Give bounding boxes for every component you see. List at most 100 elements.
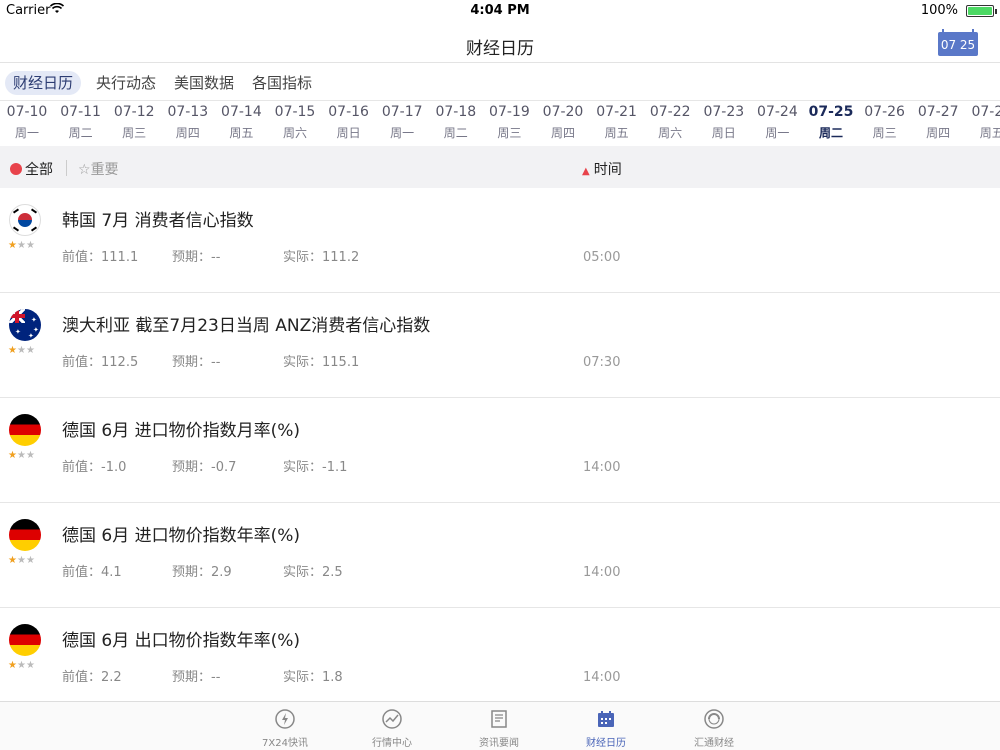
weekday-label: 周五 — [604, 126, 629, 140]
date-label: 07-21 — [596, 104, 637, 120]
battery-percent: 100% — [920, 3, 958, 18]
date-label: 07-22 — [649, 104, 691, 120]
forecast-value: 预期：2.9 — [172, 565, 232, 580]
bottom-tab-bar: 7X24快讯 行情中心 资讯要闻 财经日历 汇通财经 — [0, 701, 1000, 750]
list-icon — [10, 163, 22, 175]
date-item[interactable]: 07-11 周二 — [54, 104, 108, 141]
weekday-label: 周四 — [926, 126, 951, 140]
event-row[interactable]: ★★★ 德国 6月 出口物价指数年率(%) 前值：2.2 预期：-- 实际：1.… — [0, 608, 1000, 713]
filter-important-button[interactable]: ☆重要 — [78, 159, 119, 179]
calendar-button[interactable]: 07 25 — [938, 29, 978, 56]
date-item[interactable]: 07-27 周四 — [911, 104, 965, 141]
logo-icon — [703, 708, 725, 730]
date-item[interactable]: 07-19 周三 — [482, 104, 536, 141]
date-label: 07-25 — [808, 104, 854, 120]
importance-stars-icon: ★★★ — [8, 345, 35, 356]
date-label: 07-20 — [542, 104, 584, 120]
date-item[interactable]: 07-23 周日 — [697, 104, 751, 141]
previous-value: 前值：111.1 — [62, 250, 139, 265]
date-item[interactable]: 07-21 周五 — [590, 104, 644, 141]
weekday-label: 周五 — [229, 126, 254, 140]
date-label: 07-26 — [864, 104, 905, 120]
battery-icon — [966, 5, 997, 17]
date-item[interactable]: 07-15 周六 — [268, 104, 322, 141]
germany-flag-icon — [9, 414, 41, 446]
date-item[interactable]: 07-24 周一 — [750, 104, 804, 141]
tabbar-item[interactable]: 汇通财经 — [674, 708, 754, 749]
event-row[interactable]: ★★★ 德国 6月 进口物价指数月率(%) 前值：-1.0 预期：-0.7 实际… — [0, 398, 1000, 503]
weekday-label: 周二 — [818, 126, 843, 140]
actual-value: 实际：111.2 — [283, 250, 360, 265]
tab-central-bank[interactable]: 央行动态 — [88, 71, 164, 95]
star-outline-icon: ☆ — [78, 162, 91, 178]
date-label: 07-13 — [167, 104, 209, 120]
event-title: 澳大利亚 截至7月23日当周 ANZ消费者信心指数 — [62, 316, 431, 336]
tabbar-label: 7X24快讯 — [262, 738, 308, 749]
tab-economic-calendar[interactable]: 财经日历 — [5, 71, 82, 95]
importance-stars-icon: ★★★ — [8, 450, 35, 461]
date-label: 07-23 — [703, 104, 745, 120]
date-strip: 07-10 周一 07-11 周二 07-12 周三 07-13 周四 07-14 周五 07-15… — [0, 101, 1000, 146]
sort-icon: ▲ — [582, 166, 590, 177]
event-time: 05:00 — [583, 250, 621, 265]
date-item[interactable]: 07-14 周五 — [214, 104, 268, 141]
tabbar-label: 财经日历 — [586, 738, 626, 749]
tabbar-item[interactable]: 资讯要闻 — [459, 708, 539, 749]
date-item[interactable]: 07-12 周三 — [107, 104, 161, 141]
actual-value: 实际：115.1 — [283, 355, 360, 370]
lightning-icon — [274, 708, 296, 730]
importance-stars-icon: ★★★ — [8, 555, 35, 566]
forecast-value: 预期：-0.7 — [172, 460, 237, 475]
event-time: 14:00 — [583, 670, 621, 685]
importance-stars-icon: ★★★ — [8, 660, 35, 671]
event-time: 14:00 — [583, 460, 621, 475]
south-korea-flag-icon — [9, 204, 41, 236]
event-row[interactable]: ★★★ 韩国 7月 消费者信心指数 前值：111.1 预期：-- 实际：111.… — [0, 188, 1000, 293]
news-icon — [488, 708, 510, 730]
date-item[interactable]: 07-18 周二 — [429, 104, 483, 141]
date-item[interactable]: 07-25 周二 — [804, 104, 858, 141]
event-row[interactable]: ★★★ 德国 6月 进口物价指数年率(%) 前值：4.1 预期：2.9 实际：2… — [0, 503, 1000, 608]
status-bar: Carrier 4:04 PM 100% — [0, 0, 1000, 22]
time-sort-button[interactable]: ▲ 时间 — [582, 159, 622, 179]
tabbar-item[interactable]: 7X24快讯 — [245, 708, 325, 749]
date-item[interactable]: 07-17 周一 — [375, 104, 429, 141]
date-label: 07-18 — [435, 104, 477, 120]
weekday-label: 周五 — [979, 126, 1000, 140]
tabbar-label: 汇通财经 — [694, 738, 734, 749]
tabbar-item[interactable]: 财经日历 — [566, 708, 646, 749]
date-item[interactable]: 07-20 周四 — [536, 104, 590, 141]
filter-bar: 全部 ☆重要 ▲ 时间 — [0, 146, 1000, 188]
date-label: 07-12 — [113, 104, 155, 120]
tab-country-indicators[interactable]: 各国指标 — [244, 71, 320, 95]
importance-stars-icon: ★★★ — [8, 240, 35, 251]
weekday-label: 周四 — [175, 126, 200, 140]
event-title: 德国 6月 进口物价指数月率(%) — [62, 421, 301, 441]
date-item[interactable]: 07-22 周六 — [643, 104, 697, 141]
weekday-label: 周六 — [282, 126, 307, 140]
event-title: 韩国 7月 消费者信心指数 — [62, 211, 254, 231]
event-time: 14:00 — [583, 565, 621, 580]
date-item[interactable]: 07-26 周三 — [858, 104, 912, 141]
date-item[interactable]: 07-10 周一 — [0, 104, 54, 141]
date-item[interactable]: 07-16 周日 — [322, 104, 376, 141]
chart-icon — [381, 708, 403, 730]
tab-us-data[interactable]: 美国数据 — [166, 71, 242, 95]
germany-flag-icon — [9, 519, 41, 551]
date-label: 07-16 — [328, 104, 369, 120]
date-item[interactable]: 07-13 周四 — [161, 104, 215, 141]
nav-bar: 财经日历 07 25 — [0, 22, 1000, 63]
date-item[interactable]: 07-28 周五 — [965, 104, 1000, 141]
filter-all-button[interactable]: 全部 — [10, 159, 53, 179]
tabbar-label: 行情中心 — [372, 738, 412, 749]
tabbar-item[interactable]: 行情中心 — [352, 708, 432, 749]
date-label: 07-11 — [60, 104, 101, 120]
weekday-label: 周二 — [443, 126, 468, 140]
event-row[interactable]: ✦ ✦ ✦ ✦ ★★★ 澳大利亚 截至7月23日当周 ANZ消费者信心指数 前值：11… — [0, 293, 1000, 398]
weekday-label: 周二 — [68, 126, 93, 140]
germany-flag-icon — [9, 624, 41, 656]
actual-value: 实际：-1.1 — [283, 460, 348, 475]
weekday-label: 周三 — [872, 126, 897, 140]
tabbar-label: 资讯要闻 — [479, 738, 519, 749]
forecast-value: 预期：-- — [172, 670, 221, 685]
